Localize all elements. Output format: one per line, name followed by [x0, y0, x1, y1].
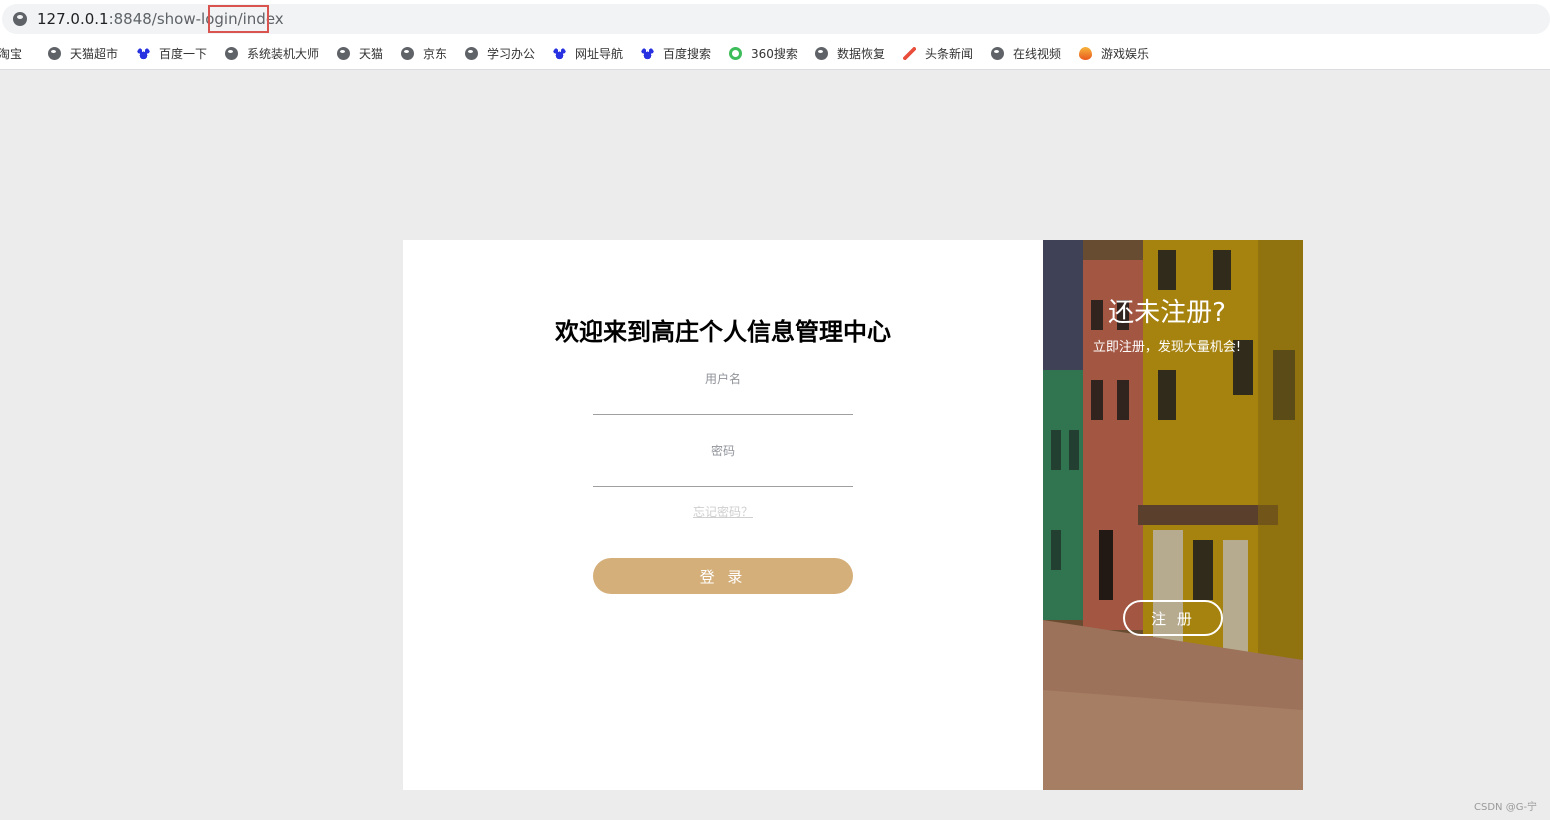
url-host: 127.0.0.1	[37, 10, 109, 28]
bookmark-data-recovery[interactable]: 数据恢复	[815, 45, 885, 62]
bookmark-label: 百度一下	[159, 47, 208, 61]
password-input[interactable]	[593, 459, 853, 487]
bookmark-tmall[interactable]: 天猫	[337, 45, 383, 62]
url-highlight-box	[208, 5, 269, 33]
username-label: 用户名	[704, 372, 741, 386]
bookmark-aitaobao[interactable]: 爱淘宝	[0, 45, 22, 62]
bookmark-label: 百度搜索	[663, 47, 712, 61]
bookmark-label: 系统装机大师	[247, 47, 320, 61]
bookmark-system-installer[interactable]: 系统装机大师	[225, 45, 319, 62]
bookmarks-bar: 爱淘宝 天猫超市 百度一下 系统装机大师 天猫 京东 学习办公 网址导航 百度搜…	[0, 38, 1550, 70]
username-input[interactable]	[593, 387, 853, 415]
bookmark-baidu[interactable]: 百度一下	[137, 45, 207, 62]
bookmark-label: 头条新闻	[925, 47, 974, 61]
globe-icon	[815, 47, 828, 60]
bookmark-label: 在线视频	[1013, 47, 1062, 61]
register-button[interactable]: 注 册	[1123, 600, 1223, 636]
flame-icon	[1079, 47, 1092, 60]
baidu-paw-icon	[553, 47, 566, 60]
register-title: 还未注册?	[1108, 298, 1226, 328]
bookmark-360-search[interactable]: 360搜索	[729, 45, 798, 62]
register-subtitle: 立即注册，发现大量机会!	[1092, 340, 1242, 355]
globe-icon	[48, 47, 61, 60]
login-title: 欢迎来到高庄个人信息管理中心	[555, 318, 891, 346]
password-label: 密码	[710, 444, 735, 458]
username-field-group: 用户名	[593, 370, 853, 415]
globe-icon	[225, 47, 238, 60]
forgot-password-link[interactable]: 忘记密码？	[403, 503, 1043, 520]
login-button[interactable]: 登 录	[593, 558, 853, 594]
bookmark-label: 爱淘宝	[0, 47, 23, 61]
globe-icon	[991, 47, 1004, 60]
bookmark-label: 学习办公	[487, 47, 536, 61]
globe-icon	[337, 47, 350, 60]
bookmark-label: 网址导航	[575, 47, 624, 61]
site-info-icon[interactable]	[13, 12, 27, 26]
bookmark-url-navigation[interactable]: 网址导航	[553, 45, 623, 62]
bookmark-tmall-supermarket[interactable]: 天猫超市	[48, 45, 118, 62]
globe-icon	[465, 47, 478, 60]
bookmark-games[interactable]: 游戏娱乐	[1079, 45, 1149, 62]
login-panel: 欢迎来到高庄个人信息管理中心 用户名 密码 忘记密码？ 登 录	[403, 240, 1043, 790]
bookmark-label: 京东	[423, 47, 448, 61]
bookmark-online-video[interactable]: 在线视频	[991, 45, 1061, 62]
baidu-paw-icon	[641, 47, 654, 60]
bookmark-toutiao-news[interactable]: 头条新闻	[903, 45, 973, 62]
register-panel: 还未注册? 立即注册，发现大量机会! 注 册	[1043, 240, 1303, 790]
watermark: CSDN @G-宁	[1474, 802, 1538, 813]
bookmark-label: 游戏娱乐	[1101, 47, 1150, 61]
bookmark-label: 天猫	[359, 47, 384, 61]
bookmark-study-office[interactable]: 学习办公	[465, 45, 535, 62]
toutiao-icon	[903, 47, 916, 60]
360-search-icon	[729, 47, 742, 60]
bookmark-label: 天猫超市	[70, 47, 119, 61]
globe-icon	[401, 47, 414, 60]
password-field-group: 密码	[593, 442, 853, 487]
bookmark-label: 数据恢复	[837, 47, 886, 61]
bookmark-jd[interactable]: 京东	[401, 45, 447, 62]
bookmark-label: 360搜索	[751, 47, 798, 61]
bookmark-baidu-search[interactable]: 百度搜索	[641, 45, 711, 62]
browser-address-bar: 127.0.0.1:8848/show-login/index	[0, 0, 1550, 38]
baidu-paw-icon	[137, 47, 150, 60]
